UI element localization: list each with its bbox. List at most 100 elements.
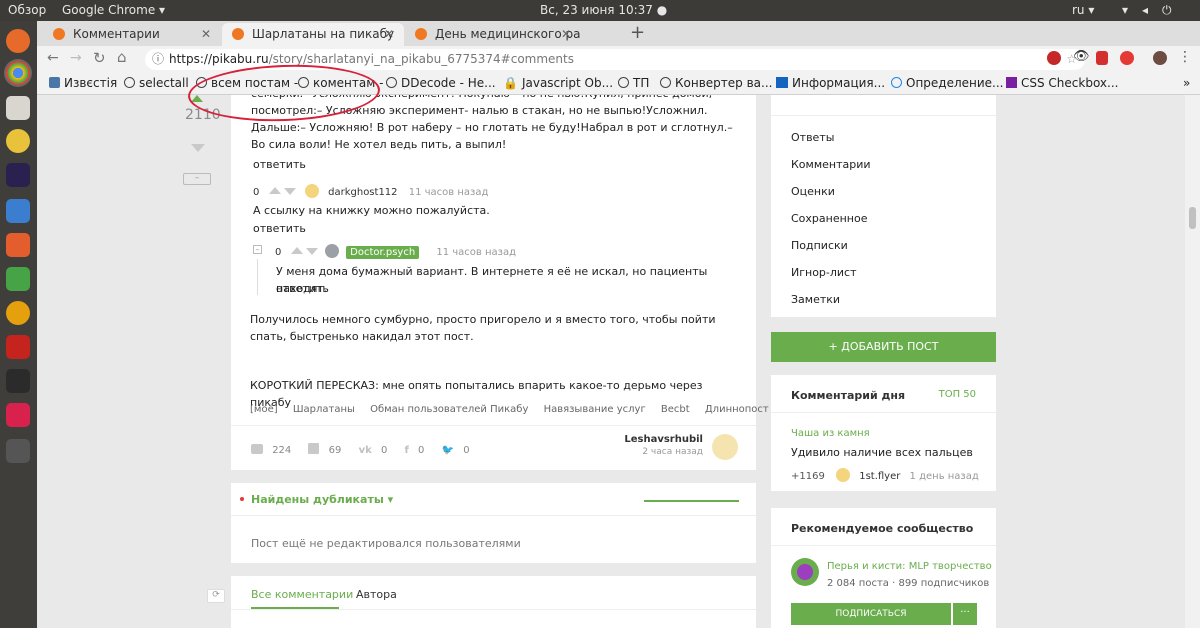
menu-item-comments[interactable]: Комментарии: [791, 158, 871, 171]
saves-count[interactable]: 69: [329, 445, 342, 456]
vk-share-icon[interactable]: vk: [359, 445, 372, 456]
avatar[interactable]: [836, 468, 851, 482]
tab-all-comments[interactable]: Все комментарии: [251, 588, 353, 601]
avatar[interactable]: [324, 244, 339, 258]
close-tab-icon[interactable]: ✕: [201, 23, 211, 45]
extension-icon[interactable]: [1047, 51, 1061, 65]
info-icon[interactable]: ⓘ: [152, 49, 164, 70]
bookmark-info[interactable]: Информация...: [776, 76, 885, 90]
more-options-button[interactable]: ···: [953, 603, 977, 625]
app-menu[interactable]: Google Chrome ▾: [62, 3, 165, 17]
collapse-button[interactable]: –: [183, 173, 211, 185]
cotd-source-link[interactable]: Чаша из камня: [791, 428, 870, 439]
subscribe-button[interactable]: ПОДПИСАТЬСЯ: [791, 603, 951, 625]
screenshot-icon[interactable]: [6, 403, 30, 427]
downvote-icon[interactable]: [283, 188, 296, 195]
power-icon[interactable]: ⏻: [1162, 3, 1172, 18]
save-icon[interactable]: [308, 443, 320, 454]
author-badge-username[interactable]: Doctor.psych: [346, 246, 420, 259]
reply-link[interactable]: ответить: [253, 220, 306, 237]
bookmark-comments[interactable]: коментам -: [298, 76, 383, 90]
downvote-icon[interactable]: [305, 248, 318, 255]
tag[interactable]: Длиннопост: [705, 404, 769, 415]
menu-icon[interactable]: ⋮: [1178, 49, 1192, 65]
forward-icon[interactable]: →: [70, 50, 82, 66]
files-icon[interactable]: [6, 96, 30, 120]
page-scrollbar[interactable]: [1185, 95, 1200, 628]
bookmark-all-posts[interactable]: всем постам -: [196, 76, 298, 90]
comments-icon[interactable]: [251, 444, 263, 454]
plex-icon[interactable]: [6, 301, 30, 325]
reload-icon[interactable]: ↻: [93, 49, 106, 67]
tag[interactable]: Шарлатаны: [293, 404, 355, 415]
refresh-comments-icon[interactable]: ⟳: [207, 589, 225, 603]
tag[interactable]: [моё]: [250, 404, 278, 415]
reply-link[interactable]: ответить: [276, 280, 329, 297]
comments-count[interactable]: 224: [272, 445, 291, 456]
tab-medical-day[interactable]: День медицинского раб ✕: [405, 23, 581, 46]
address-bar[interactable]: ⓘ https://pikabu.ru/story/sharlatanyi_na…: [145, 49, 1085, 70]
bookmark-converter[interactable]: Конвертер ва...: [660, 76, 772, 90]
comment-username[interactable]: darkghost112: [328, 187, 397, 198]
menu-item-saved[interactable]: Сохраненное: [791, 212, 867, 225]
eye-extension-icon[interactable]: 👁: [1073, 49, 1090, 64]
menu-item-notes[interactable]: Заметки: [791, 293, 840, 306]
more-bookmarks-icon[interactable]: »: [1183, 76, 1190, 90]
bookmark-javascript[interactable]: 🔒 Javascript Ob...: [503, 76, 613, 90]
home-icon[interactable]: ⌂: [117, 48, 127, 66]
add-post-button[interactable]: + ДОБАВИТЬ ПОСТ: [771, 332, 996, 362]
top50-link[interactable]: ТОП 50: [939, 389, 976, 400]
tab-comments[interactable]: Комментарии ✕: [43, 23, 221, 46]
filezilla-icon[interactable]: [6, 335, 30, 359]
upvote-icon[interactable]: [290, 247, 303, 254]
menu-item-replies[interactable]: Ответы: [791, 131, 834, 144]
comment-time[interactable]: 11 часов назад: [409, 187, 489, 198]
bookmark-css-checkbox[interactable]: CSS Checkbox...: [1006, 76, 1118, 90]
profile-avatar[interactable]: [1153, 51, 1167, 65]
facebook-share-icon[interactable]: f: [405, 445, 409, 456]
close-tab-icon[interactable]: ✕: [384, 23, 394, 45]
back-icon[interactable]: ←: [47, 50, 59, 66]
avatar[interactable]: [304, 184, 319, 198]
comment-time[interactable]: 11 часов назад: [436, 247, 516, 258]
clock[interactable]: Вс, 23 июня 10:37 ●: [540, 3, 667, 17]
tab-charlatans[interactable]: Шарлатаны на пикабу ✕: [222, 23, 404, 46]
tab-author-comments[interactable]: Автора: [356, 588, 397, 601]
upvote-icon[interactable]: [268, 187, 281, 194]
extension-badge-icon[interactable]: [1120, 51, 1134, 65]
bookmark-ddecode[interactable]: DDecode - He...: [386, 76, 496, 90]
overview-button[interactable]: Обзор: [8, 3, 46, 17]
chrome-icon[interactable]: [6, 61, 30, 85]
author-avatar[interactable]: [712, 434, 738, 460]
tag[interactable]: Навязывание услуг: [544, 404, 646, 415]
menu-item-ignore-list[interactable]: Игнор-лист: [791, 266, 857, 279]
duplicates-toggle[interactable]: Найдены дубликаты ▾: [251, 493, 393, 506]
cotd-text[interactable]: Удивило наличие всех пальцев: [791, 446, 973, 459]
input-language[interactable]: ru ▾: [1072, 3, 1094, 17]
twitter-share-icon[interactable]: 🐦: [442, 445, 454, 456]
phpstorm-icon[interactable]: [6, 163, 30, 187]
calc-icon[interactable]: [6, 267, 30, 291]
volume-icon[interactable]: ◂: [1142, 3, 1148, 17]
software-center-icon[interactable]: [6, 233, 30, 257]
community-avatar[interactable]: [791, 558, 819, 586]
community-name[interactable]: Перья и кисти: MLP творчество: [827, 561, 992, 572]
bookmark-tp[interactable]: ТП: [618, 76, 649, 90]
tag[interactable]: Becbt: [661, 404, 690, 415]
rhythmbox-icon[interactable]: [6, 129, 30, 153]
close-tab-icon[interactable]: ✕: [561, 23, 571, 45]
writer-icon[interactable]: [6, 199, 30, 223]
menu-item-subscriptions[interactable]: Подписки: [791, 239, 848, 252]
cotd-username[interactable]: 1st.flyer: [859, 471, 900, 482]
scrollbar-thumb[interactable]: [1189, 207, 1196, 229]
collapse-thread-icon[interactable]: –: [253, 245, 262, 254]
menu-item-ratings[interactable]: Оценки: [791, 185, 835, 198]
firefox-icon[interactable]: [6, 29, 30, 53]
tag[interactable]: Обман пользователей Пикабу: [370, 404, 528, 415]
archive-icon[interactable]: [6, 439, 30, 463]
bookmark-selectall[interactable]: selectall: [124, 76, 189, 90]
terminal-icon[interactable]: [6, 369, 30, 393]
downvote-icon[interactable]: [191, 144, 205, 152]
adblock-icon[interactable]: [1096, 51, 1108, 65]
bookmark-definition[interactable]: Определение...: [891, 76, 1004, 90]
